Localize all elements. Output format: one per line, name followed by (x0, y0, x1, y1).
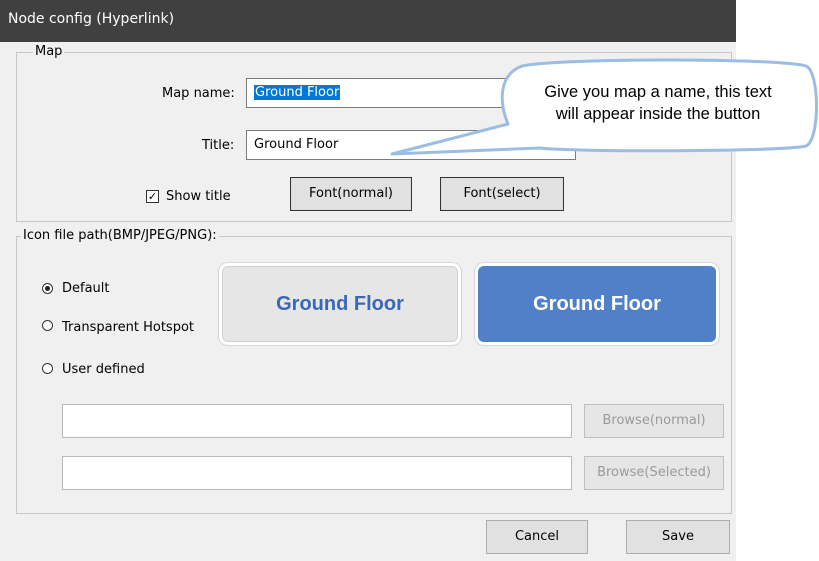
callout-text: Give you map a name, this text will appe… (508, 81, 808, 125)
callout-line-1: Give you map a name, this text (544, 83, 772, 101)
callout-line-2: will appear inside the button (555, 105, 761, 123)
